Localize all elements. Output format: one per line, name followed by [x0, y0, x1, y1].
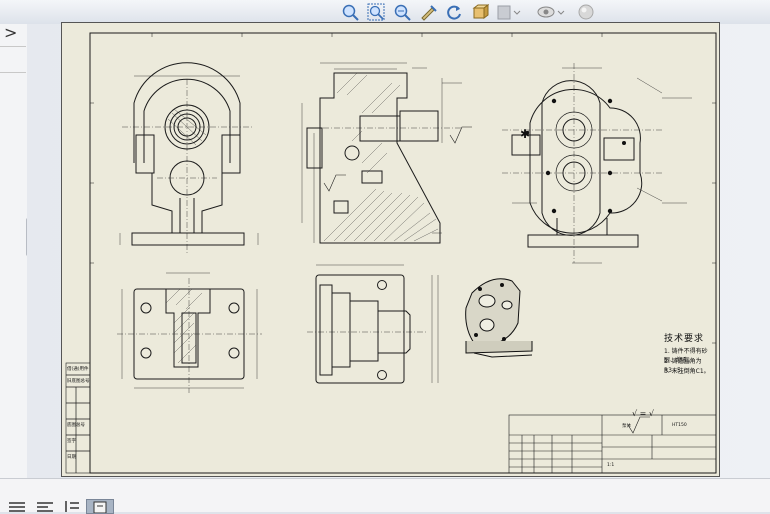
zoom-to-area-icon[interactable] — [366, 2, 386, 22]
sheet-tab-icon[interactable] — [86, 499, 114, 514]
sort-icon[interactable] — [60, 499, 82, 512]
side-label: 底图总号 — [67, 423, 85, 428]
panel-divider — [0, 72, 26, 73]
side-label: 日期 — [67, 455, 76, 460]
zoom-in-out-icon[interactable] — [392, 2, 412, 22]
view-toolbar — [0, 0, 770, 24]
roughness-note: √ = √ — [632, 409, 654, 418]
panel-divider — [0, 46, 26, 47]
expand-panel-chevron-icon[interactable]: > — [4, 24, 24, 42]
tech-requirement-line: 3. 未注倒角C1。 — [664, 368, 710, 375]
tech-requirements-title: 技术要求 — [664, 334, 705, 344]
sheet-tab-bar — [0, 478, 770, 514]
feature-manager-panel — [0, 24, 28, 478]
zoom-to-fit-icon[interactable] — [340, 2, 360, 22]
title-block-part-name: 泵体 — [622, 424, 631, 429]
title-block-scale: 1:1 — [607, 463, 615, 468]
display-style-icon[interactable] — [496, 2, 522, 22]
side-label: 旧底图总号 — [67, 379, 90, 384]
view-orientation-icon[interactable] — [470, 2, 490, 22]
appearance-icon[interactable] — [576, 2, 596, 22]
detail-view-icon[interactable] — [34, 499, 56, 512]
drawing-sheet: ✱ 技术要求 1. 铸件不得有砂眼、缩孔。 2. 铸造圆角为R3~5。 3. 未… — [61, 22, 720, 477]
list-view-icon[interactable] — [6, 499, 28, 512]
side-label: 借(通)用件 — [67, 367, 89, 372]
side-label: 签字 — [67, 439, 76, 444]
drawing-graphics — [65, 32, 717, 474]
select-icon[interactable] — [418, 2, 438, 22]
asterisk-mark: ✱ — [520, 127, 531, 141]
rotate-icon[interactable] — [444, 2, 464, 22]
hide-show-icon[interactable] — [536, 2, 566, 22]
title-block-material: HT150 — [672, 423, 687, 428]
